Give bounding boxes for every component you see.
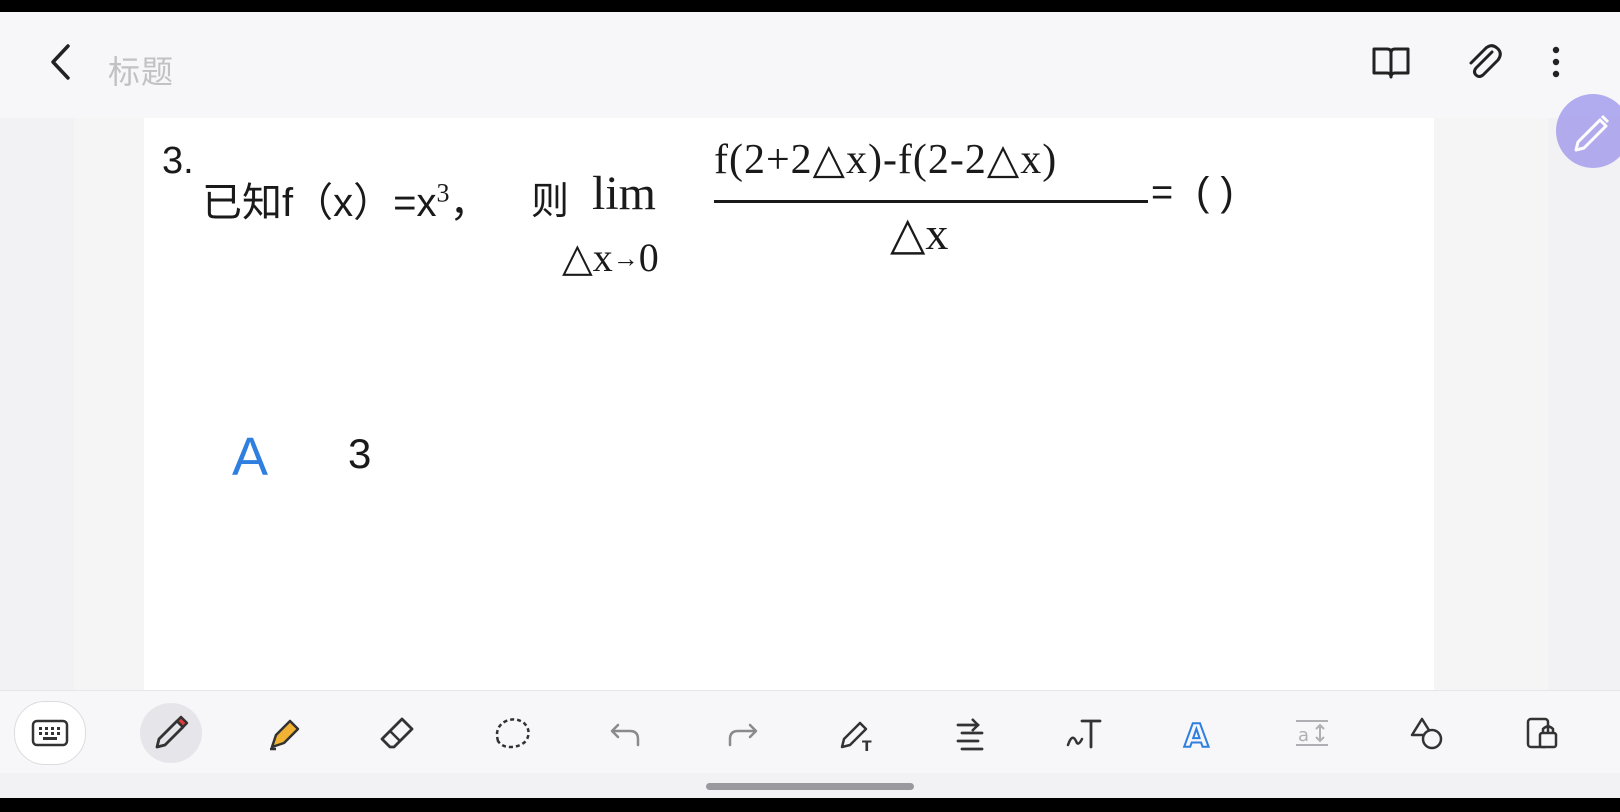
navigation-handle[interactable]	[706, 783, 914, 790]
fraction-line	[714, 200, 1148, 203]
question-number: 3.	[162, 140, 194, 182]
fraction-numerator: f(2+2△x)-f(2-2△x)	[714, 137, 1058, 183]
lasso-icon[interactable]	[484, 705, 540, 761]
text-size-icon[interactable]: a	[1284, 705, 1340, 761]
answer-blank: ( )	[1196, 170, 1234, 214]
paperclip-icon[interactable]	[1462, 40, 1506, 84]
redo-icon[interactable]	[714, 705, 770, 761]
svg-text:a: a	[1298, 725, 1309, 746]
handwriting-text-icon[interactable]	[1056, 705, 1112, 761]
app-screen: 标题 3. 已知f（x）=x3， 则 lim △x→0 f(2+2△x)-f(2…	[0, 12, 1620, 798]
pen-icon[interactable]	[140, 703, 202, 763]
eraser-icon[interactable]	[370, 705, 426, 761]
exponent: 3	[436, 178, 450, 208]
lock-icon[interactable]	[1514, 705, 1570, 761]
question-then: 则	[531, 181, 570, 223]
equals-sign: =	[1151, 172, 1174, 214]
limit-operator: lim	[592, 167, 657, 220]
undo-icon[interactable]	[598, 705, 654, 761]
svg-text:T: T	[862, 739, 872, 755]
bottom-toolbar: T A a	[0, 690, 1620, 773]
more-vertical-icon[interactable]	[1536, 40, 1580, 84]
format-icon[interactable]	[942, 705, 998, 761]
floating-pen-button[interactable]	[1556, 94, 1620, 168]
header-bar: 标题	[0, 12, 1620, 118]
fraction-denominator: △x	[890, 208, 949, 259]
question-intro: 已知f（x）=x3，	[202, 178, 490, 225]
text-style-icon[interactable]: A	[1170, 705, 1226, 761]
highlighter-icon[interactable]	[256, 705, 312, 761]
limit-subscript: △x→0	[562, 235, 659, 280]
note-title[interactable]: 标题	[108, 47, 174, 93]
keyboard-icon[interactable]	[14, 701, 86, 765]
shapes-icon[interactable]	[1400, 705, 1456, 761]
pen-to-text-icon[interactable]: T	[828, 705, 884, 761]
back-icon[interactable]	[40, 40, 84, 84]
option-letter: A	[232, 427, 269, 487]
book-icon[interactable]	[1369, 40, 1413, 84]
note-page[interactable]: 3. 已知f（x）=x3， 则 lim △x→0 f(2+2△x)-f(2-2△…	[144, 118, 1434, 698]
option-value: 3	[348, 430, 372, 477]
svg-text:A: A	[1184, 717, 1209, 755]
